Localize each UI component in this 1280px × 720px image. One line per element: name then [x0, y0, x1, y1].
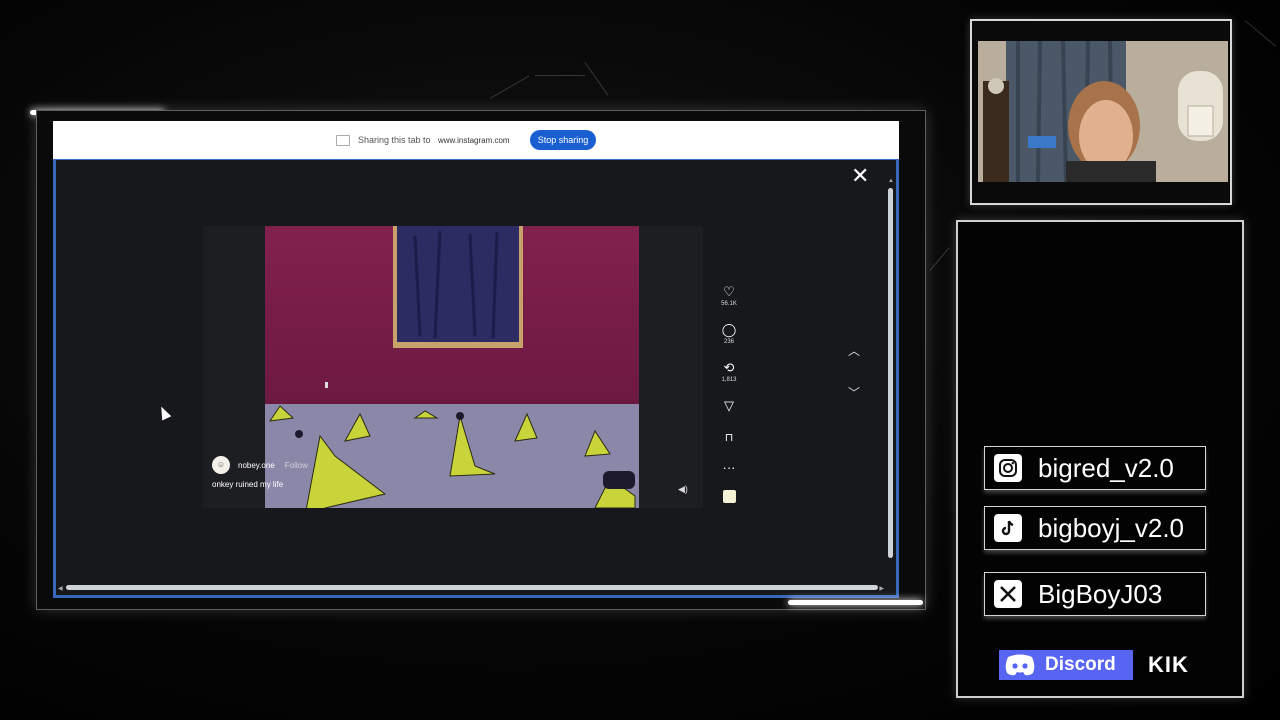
more-options-button[interactable]: ···: [716, 460, 742, 490]
comment-icon: ◯: [721, 322, 737, 337]
discord-label: Discord: [1045, 654, 1116, 675]
username-link[interactable]: nobey.one: [238, 461, 275, 470]
video-frame: [265, 226, 639, 508]
instagram-post-viewer: ✕ ▲ ◀ ▶ ☺ nobey.one Follow onkey ruined …: [53, 160, 899, 598]
share-button[interactable]: ▽: [716, 398, 742, 430]
tab-sharing-bar: Sharing this tab to www.instagram.com St…: [53, 121, 899, 161]
heart-icon: ♡: [723, 284, 735, 299]
vertical-scrollbar[interactable]: [888, 188, 893, 558]
comment-button[interactable]: ◯ 236: [716, 322, 742, 360]
post-author-row: ☺ nobey.one Follow: [212, 456, 308, 474]
stop-sharing-button[interactable]: Stop sharing: [530, 130, 596, 150]
scroll-right-arrow[interactable]: ▶: [879, 585, 884, 592]
follow-button[interactable]: Follow: [285, 461, 308, 470]
like-button[interactable]: ♡ 56.1K: [716, 284, 742, 322]
webcam-frame: [970, 19, 1232, 205]
bookmark-icon: ⊓: [724, 432, 734, 444]
sharing-text: Sharing this tab to: [358, 135, 431, 145]
post-actions: ♡ 56.1K ◯ 236 ⟲ 1,813 ▽ ⊓ ···: [716, 284, 742, 503]
post-caption: onkey ruined my life: [212, 480, 284, 489]
background-line: [584, 62, 609, 96]
previous-post-button[interactable]: ︿: [843, 340, 865, 362]
more-icon: ···: [722, 460, 736, 475]
discord-icon: [1005, 654, 1035, 676]
webcam-feed: [978, 41, 1228, 182]
chevron-up-icon: ︿: [847, 344, 860, 358]
scroll-left-arrow[interactable]: ◀: [58, 585, 63, 592]
comment-count: 236: [723, 339, 734, 345]
chevron-down-icon: ﹀: [847, 386, 860, 400]
horizontal-scrollbar[interactable]: [66, 585, 878, 590]
screen-share-icon: [336, 135, 350, 146]
tiktok-handle: bigboyj_v2.0: [984, 506, 1206, 550]
background-line: [1244, 20, 1276, 47]
tiktok-icon: [994, 514, 1022, 542]
repost-button[interactable]: ⟲ 1,813: [716, 360, 742, 398]
x-logo-icon: [994, 580, 1022, 608]
sharing-url: www.instagram.com: [438, 136, 510, 145]
x-username: BigBoyJ03: [1038, 578, 1163, 609]
frame-glow-bottom-right: [788, 600, 923, 605]
background-line: [489, 75, 530, 99]
x-handle: BigBoyJ03: [984, 572, 1206, 616]
scroll-up-arrow[interactable]: ▲: [888, 178, 894, 184]
volume-icon[interactable]: ◀): [678, 484, 688, 495]
discord-badge: Discord: [999, 650, 1133, 680]
close-icon[interactable]: ✕: [851, 163, 869, 189]
background-line: [929, 247, 950, 271]
instagram-icon: [994, 454, 1022, 482]
tiktok-username: bigboyj_v2.0: [1038, 512, 1184, 543]
audio-track-thumbnail[interactable]: [722, 490, 736, 503]
instagram-username: bigred_v2.0: [1038, 452, 1174, 483]
background-line: [535, 75, 585, 76]
kik-logo: KIK: [1148, 652, 1189, 677]
repost-icon: ⟲: [723, 360, 735, 375]
repost-count: 1,813: [721, 377, 737, 383]
next-post-button[interactable]: ﹀: [843, 382, 865, 404]
instagram-handle: bigred_v2.0: [984, 446, 1206, 490]
avatar[interactable]: ☺: [212, 456, 230, 474]
save-button[interactable]: ⊓: [716, 430, 742, 460]
send-icon: ▽: [724, 398, 734, 413]
like-count: 56.1K: [721, 301, 737, 307]
post-video[interactable]: ☺ nobey.one Follow onkey ruined my life …: [203, 226, 703, 508]
